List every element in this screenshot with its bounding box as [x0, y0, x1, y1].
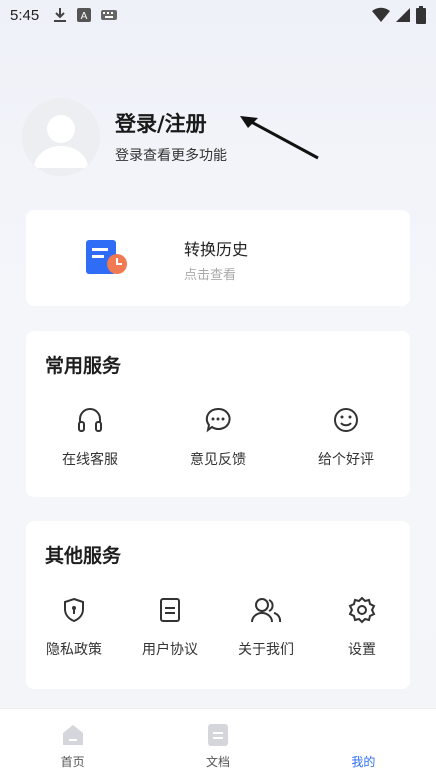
history-doc-icon	[86, 240, 127, 274]
pointer-arrow-icon	[240, 116, 319, 160]
other-services-card: 其他服务 隐私政策 用户协议 关于我们 设置	[26, 521, 410, 689]
nav-label: 文档	[205, 755, 230, 769]
service-label: 隐私政策	[46, 642, 102, 658]
service-feedback[interactable]: 意见反馈	[154, 405, 282, 469]
keyboard-icon	[101, 10, 118, 20]
service-label: 给个好评	[318, 452, 374, 468]
users-icon	[251, 598, 281, 623]
document-icon	[160, 598, 180, 622]
wifi-icon	[372, 7, 390, 23]
login-subtitle: 登录查看更多功能	[115, 148, 227, 164]
headset-icon	[78, 408, 102, 432]
bottom-nav: 首页 文档 我的	[0, 708, 436, 776]
signal-icon	[396, 8, 410, 22]
profile-header[interactable]: 登录/注册 登录查看更多功能	[22, 96, 414, 176]
service-label: 意见反馈	[190, 452, 246, 468]
service-label: 关于我们	[238, 642, 294, 658]
status-time: 5:45	[10, 6, 40, 24]
doc-icon	[207, 724, 228, 746]
common-services-card: 常用服务 在线客服 意见反馈 给个好评	[26, 331, 410, 497]
login-register-link[interactable]: 登录/注册	[115, 108, 207, 138]
service-privacy-policy[interactable]: 隐私政策	[26, 595, 122, 659]
service-label: 设置	[348, 642, 376, 658]
service-label: 用户协议	[142, 642, 198, 658]
nav-mine[interactable]: 我的	[291, 709, 436, 776]
service-rate-us[interactable]: 给个好评	[282, 405, 410, 469]
svg-text:A: A	[81, 11, 88, 22]
service-user-agreement[interactable]: 用户协议	[122, 595, 218, 659]
gear-icon	[348, 596, 376, 624]
common-services-grid: 在线客服 意见反馈 给个好评	[26, 405, 410, 469]
service-label: 在线客服	[62, 452, 118, 468]
profile-icon	[351, 723, 375, 747]
battery-icon	[416, 6, 426, 24]
smile-icon	[334, 408, 358, 432]
download-icon	[54, 8, 67, 22]
avatar[interactable]	[22, 98, 100, 176]
other-services-grid: 隐私政策 用户协议 关于我们 设置	[26, 595, 410, 659]
history-subtitle: 点击查看	[184, 268, 237, 283]
nav-label: 首页	[60, 755, 85, 769]
service-about-us[interactable]: 关于我们	[218, 595, 314, 659]
keyboard-a-icon: A	[77, 8, 92, 22]
service-online-support[interactable]: 在线客服	[26, 405, 154, 469]
service-settings[interactable]: 设置	[314, 595, 410, 659]
status-bar: 5:45 A	[0, 0, 436, 30]
home-icon	[62, 725, 83, 745]
common-services-title: 常用服务	[45, 355, 122, 377]
chat-bubble-icon	[205, 407, 231, 433]
shield-icon	[64, 597, 84, 623]
avatar-placeholder-icon	[22, 98, 100, 176]
conversion-history-card[interactable]: 转换历史 点击查看	[26, 210, 410, 306]
history-title: 转换历史	[184, 240, 249, 259]
nav-docs[interactable]: 文档	[145, 709, 290, 776]
nav-home[interactable]: 首页	[0, 709, 145, 776]
other-services-title: 其他服务	[45, 545, 122, 567]
nav-label: 我的	[351, 755, 376, 769]
